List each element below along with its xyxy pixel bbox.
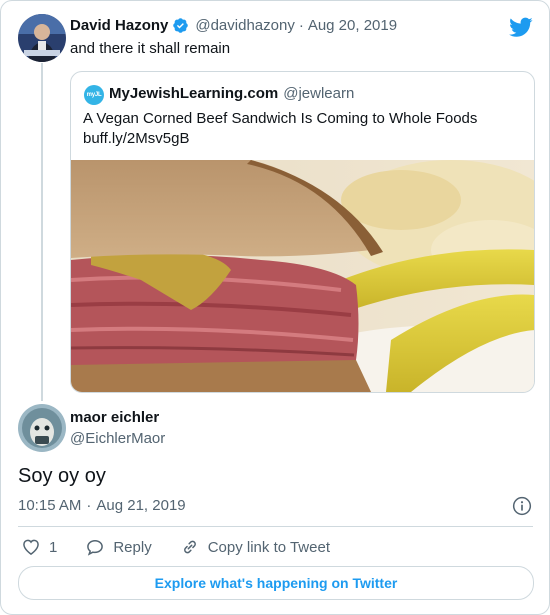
quote-author-name: MyJewishLearning.com <box>109 85 279 102</box>
quote-link[interactable]: buff.ly/2Msv5gB <box>83 130 189 147</box>
copy-link-button[interactable]: Copy link to Tweet <box>180 537 330 557</box>
reply-date[interactable]: Aug 21, 2019 <box>96 497 185 514</box>
like-button[interactable]: 1 <box>21 537 57 557</box>
quote-text: A Vegan Corned Beef Sandwich Is Coming t… <box>83 110 478 127</box>
embedded-tweet-card: David Hazony @davidhazony · Aug 20, 2019… <box>0 0 550 615</box>
sandwich-photo <box>71 160 534 392</box>
reply-dot-separator: · <box>86 497 92 514</box>
thread-connector <box>41 63 43 401</box>
reply-time[interactable]: 10:15 AM <box>18 497 81 514</box>
reply-author-handle[interactable]: @EichlerMaor <box>70 430 165 447</box>
author-avatar[interactable] <box>18 14 66 62</box>
tweet-date[interactable]: Aug 20, 2019 <box>308 17 397 34</box>
twitter-logo-icon[interactable] <box>509 15 533 44</box>
author-handle[interactable]: @davidhazony <box>195 17 294 34</box>
quote-avatar-label: myJL <box>86 92 102 98</box>
heart-icon <box>21 537 41 557</box>
tweet-text: and there it shall remain <box>70 40 231 57</box>
reply-button[interactable]: Reply <box>85 537 152 557</box>
divider <box>18 526 533 527</box>
explore-label: Explore what's happening on Twitter <box>154 575 398 591</box>
verified-badge-icon <box>172 17 189 34</box>
reply-author-avatar[interactable] <box>18 404 66 452</box>
info-icon[interactable] <box>512 496 532 521</box>
link-icon <box>180 537 200 557</box>
dot-separator: · <box>298 17 304 34</box>
reply-bubble-icon <box>85 537 105 557</box>
reply-label: Reply <box>113 538 152 556</box>
copy-link-label: Copy link to Tweet <box>207 538 330 556</box>
author-name[interactable]: David Hazony <box>70 17 168 34</box>
quote-author-handle: @jewlearn <box>283 85 355 102</box>
reply-author-name[interactable]: maor eichler <box>70 409 159 426</box>
reply-text: Soy oy oy <box>18 465 106 487</box>
explore-twitter-button[interactable]: Explore what's happening on Twitter <box>18 566 534 600</box>
quote-author-avatar: myJL <box>84 85 104 105</box>
like-count: 1 <box>49 538 58 556</box>
quoted-tweet[interactable]: myJL MyJewishLearning.com @jewlearn A Ve… <box>70 71 535 393</box>
